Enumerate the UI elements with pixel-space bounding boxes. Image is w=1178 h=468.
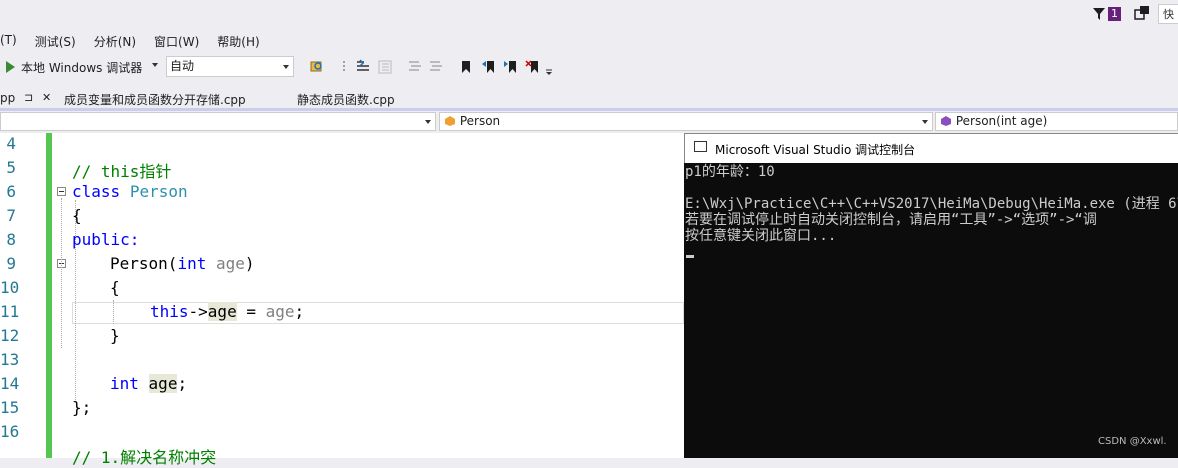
bookmark-icon[interactable] xyxy=(458,59,474,75)
outline-icon[interactable] xyxy=(377,59,393,75)
config-value: 自动 xyxy=(170,59,195,73)
code-comment: // this指针 xyxy=(72,162,172,181)
menu-analyze[interactable]: 分析(N) xyxy=(84,30,144,52)
line-number: 4 xyxy=(6,134,16,153)
line-number: 15 xyxy=(0,398,20,417)
drag-grip-icon xyxy=(343,61,345,71)
line-number: 8 xyxy=(6,230,16,249)
line-number: 16 xyxy=(0,422,20,441)
find-icon[interactable] xyxy=(309,59,325,75)
document-tabs: pp ⊐ ✕ 成员变量和成员函数分开存储.cpp 静态成员函数.cpp xyxy=(0,88,1178,110)
close-icon[interactable]: ✕ xyxy=(42,91,51,104)
method-icon xyxy=(941,116,951,126)
fold-guide xyxy=(61,198,62,348)
prev-bookmark-icon[interactable] xyxy=(481,59,497,75)
start-debugging-button[interactable]: 本地 Windows 调试器 xyxy=(6,58,142,76)
line-number: 6 xyxy=(6,182,16,201)
notification-count: 1 xyxy=(1108,7,1121,21)
menu-bar: (T) 测试(S) 分析(N) 窗口(W) 帮助(H) xyxy=(0,30,268,52)
menu-help[interactable]: 帮助(H) xyxy=(207,30,267,52)
code-line-brace: { xyxy=(72,206,82,225)
chevron-down-icon xyxy=(922,120,928,124)
line-number: 7 xyxy=(6,206,16,225)
run-label: 本地 Windows 调试器 xyxy=(21,60,143,75)
clear-bookmarks-icon[interactable] xyxy=(525,59,541,75)
filter-icon xyxy=(1093,8,1105,20)
indent-guide xyxy=(113,300,114,324)
line-number: 14 xyxy=(0,374,20,393)
notification-button[interactable]: 1 xyxy=(1092,5,1124,23)
chevron-down-icon xyxy=(425,120,431,124)
line-number: 12 xyxy=(0,326,20,345)
code-line-brace: { xyxy=(110,278,120,297)
console-output-line: E:\Wxj\Practice\C++\C++VS2017\HeiMa\Debu… xyxy=(685,196,1178,212)
line-number: 5 xyxy=(6,158,16,177)
quick-launch-input[interactable]: 快 xyxy=(1158,4,1178,24)
pin-icon[interactable]: ⊐ xyxy=(24,91,33,104)
class-combo[interactable]: Person xyxy=(439,112,933,131)
console-cursor xyxy=(686,255,694,258)
code-line-class: class Person xyxy=(72,182,188,201)
console-output-line: 按任意键关闭此窗口... xyxy=(685,228,837,244)
tab-member-storage[interactable]: 成员变量和成员函数分开存储.cpp xyxy=(64,91,246,108)
menu-window[interactable]: 窗口(W) xyxy=(144,30,207,52)
run-dropdown-arrow[interactable] xyxy=(152,63,158,67)
next-bookmark-icon[interactable] xyxy=(503,59,519,75)
watermark: CSDN @Xxwl. xyxy=(1098,436,1167,447)
code-line-end-class: }; xyxy=(72,398,92,417)
chevron-down-icon xyxy=(283,65,289,69)
line-number: 10 xyxy=(0,278,20,297)
class-combo-value: Person xyxy=(459,114,501,128)
console-title-bar[interactable]: Microsoft Visual Studio 调试控制台 xyxy=(684,133,1178,163)
play-icon xyxy=(6,61,15,73)
code-line-constructor: Person(int age) xyxy=(110,254,255,273)
change-indicator-bar xyxy=(46,133,52,458)
code-comment: // 1.解决名称冲突 xyxy=(72,448,217,467)
tab-static-member[interactable]: 静态成员函数.cpp xyxy=(297,91,395,108)
collapse-class-toggle[interactable] xyxy=(57,187,66,196)
console-app-icon xyxy=(694,141,707,152)
code-line-member: int age; xyxy=(110,374,188,393)
menu-tools[interactable]: (T) xyxy=(0,30,25,52)
member-combo[interactable]: Person(int age) xyxy=(935,112,1178,131)
class-icon xyxy=(445,116,455,126)
toolbar-overflow-icon[interactable] xyxy=(545,59,561,75)
feedback-icon[interactable] xyxy=(1134,5,1150,21)
title-bar xyxy=(0,0,1178,28)
project-combo[interactable] xyxy=(0,112,436,131)
toolbar: 本地 Windows 调试器 自动 xyxy=(0,54,1178,80)
member-combo-value: Person(int age) xyxy=(955,114,1048,128)
console-output-line: 若要在调试停止时自动关闭控制台，请启用“工具”->“选项”->“调 xyxy=(685,212,1097,228)
step-icon[interactable] xyxy=(355,59,371,75)
code-line-public: public: xyxy=(72,230,140,249)
menu-test[interactable]: 测试(S) xyxy=(25,30,84,52)
uncomment-icon[interactable] xyxy=(428,59,444,75)
line-number: 13 xyxy=(0,350,20,369)
comment-icon[interactable] xyxy=(407,59,423,75)
solution-config-select[interactable]: 自动 xyxy=(166,56,294,77)
console-output-line: p1的年龄：10 xyxy=(685,164,775,180)
line-number: 11 xyxy=(0,302,20,321)
debug-console-window[interactable] xyxy=(684,133,1178,458)
navigation-bar: Person Person(int age) xyxy=(0,111,1178,133)
tab-partial[interactable]: pp xyxy=(0,91,15,105)
line-number: 9 xyxy=(6,254,16,273)
code-line-assign: this->age = age; xyxy=(150,302,305,321)
console-title: Microsoft Visual Studio 调试控制台 xyxy=(715,143,916,157)
code-line-brace: } xyxy=(110,326,120,345)
